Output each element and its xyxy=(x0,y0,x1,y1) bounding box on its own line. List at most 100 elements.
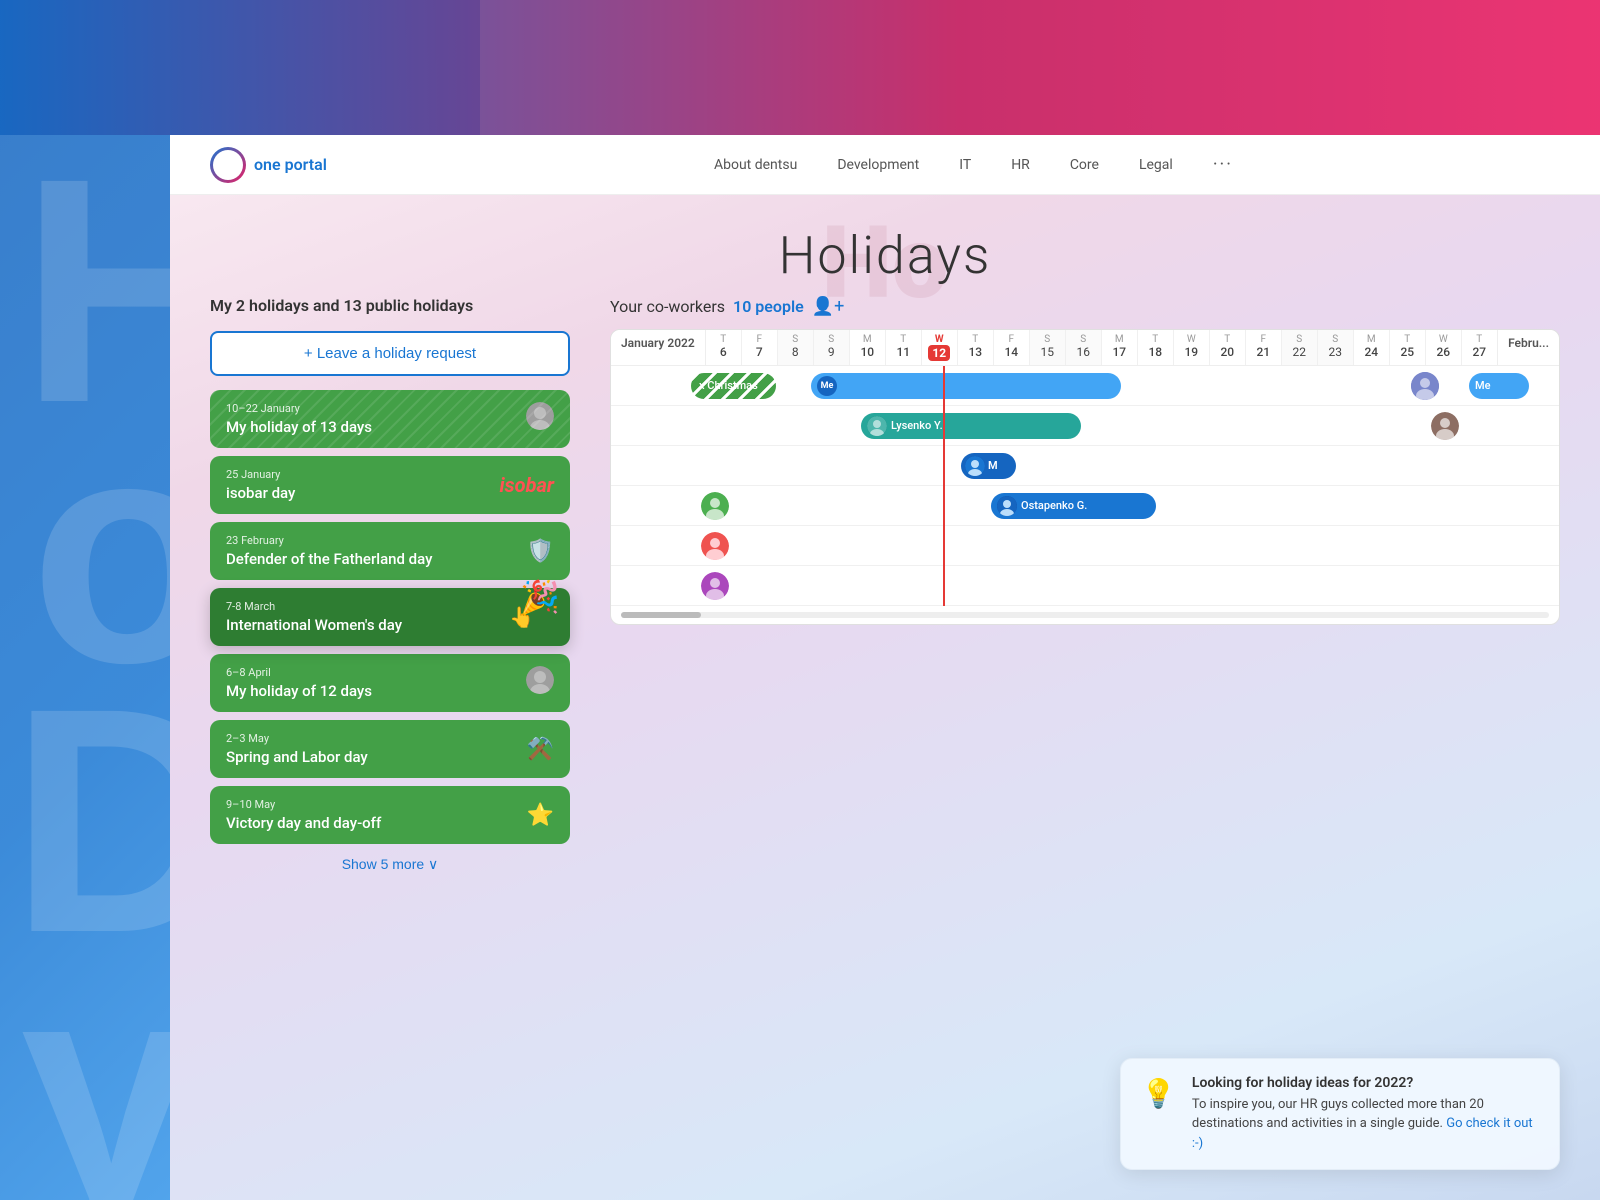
nav-links: About dentsu Development IT HR Core Lega… xyxy=(387,154,1560,175)
cal-row-4: Ostapenko G. xyxy=(611,486,1559,526)
holiday-name-6: Victory day and day-off xyxy=(226,814,517,832)
lysenko-bar: Lysenko Y. xyxy=(861,413,1081,439)
cal-row-3-cells: M xyxy=(691,446,1559,485)
notification-card: 💡 Looking for holiday ideas for 2022? To… xyxy=(1120,1058,1560,1171)
show-more-area: Show 5 more ∨ xyxy=(210,854,570,873)
cal-row-1: x Christmas Me Me xyxy=(611,366,1559,406)
notification-title: Looking for holiday ideas for 2022? xyxy=(1192,1075,1539,1091)
holiday-name-3: International Women's day xyxy=(226,616,509,634)
notification-icon: 💡 xyxy=(1141,1077,1176,1110)
notification-content: Looking for holiday ideas for 2022? To i… xyxy=(1192,1075,1539,1154)
cal-day-13: T13 xyxy=(958,330,994,365)
cal-day-21: F21 xyxy=(1246,330,1282,365)
section-title: My 2 holidays and 13 public holidays xyxy=(210,296,570,315)
m-bar: M xyxy=(961,453,1016,479)
nav-core[interactable]: Core xyxy=(1070,157,1099,173)
month-jan-label: January 2022 xyxy=(611,330,706,365)
holiday-card-may1: 2–3 May Spring and Labor day ⚒️ xyxy=(210,720,570,778)
person-avatar-row4 xyxy=(701,492,729,520)
add-person-icon[interactable]: 👤+ xyxy=(812,296,845,317)
nav-development[interactable]: Development xyxy=(837,157,919,173)
ostapenko-avatar xyxy=(997,496,1017,516)
me-bar-1: Me xyxy=(811,373,1121,399)
person-avatar-2 xyxy=(1431,412,1459,440)
holiday-icon-4 xyxy=(526,666,554,700)
cal-day-16: S16 xyxy=(1066,330,1102,365)
cal-day-18: T18 xyxy=(1138,330,1174,365)
leave-holiday-btn[interactable]: + Leave a holiday request xyxy=(210,331,570,376)
bg-top-bar xyxy=(0,0,1600,135)
nav-legal[interactable]: Legal xyxy=(1139,157,1173,173)
scroll-indicator[interactable] xyxy=(621,612,1549,618)
calendar-rows: x Christmas Me Me xyxy=(611,366,1559,606)
holiday-date-3: 7-8 March xyxy=(226,600,509,613)
month-feb-label: Febru... xyxy=(1497,330,1559,365)
holiday-card-jan: 10–22 January My holiday of 13 days xyxy=(210,390,570,448)
logo-text: one portal xyxy=(254,155,327,174)
nav-about[interactable]: About dentsu xyxy=(714,157,797,173)
holiday-name-2: Defender of the Fatherland day xyxy=(226,550,517,568)
nav-hr[interactable]: HR xyxy=(1011,157,1030,173)
party-icon: 🎉 xyxy=(520,578,560,616)
cal-day-22: S22 xyxy=(1282,330,1318,365)
cal-day-24: M24 xyxy=(1354,330,1390,365)
today-line xyxy=(943,366,945,606)
two-col-layout: My 2 holidays and 13 public holidays + L… xyxy=(170,296,1600,1200)
page-content: Ho Holidays My 2 holidays and 13 public … xyxy=(170,195,1600,1200)
calendar-header: January 2022 T6F7S8S9M10T11W12T13F14S15S… xyxy=(611,330,1559,366)
calendar: January 2022 T6F7S8S9M10T11W12T13F14S15S… xyxy=(610,329,1560,625)
ostapenko-bar: Ostapenko G. xyxy=(991,493,1156,519)
cal-day-14: F14 xyxy=(994,330,1030,365)
cal-day-11: T11 xyxy=(886,330,922,365)
logo[interactable]: one portal xyxy=(210,147,327,183)
coworkers-label: Your co-workers xyxy=(610,297,725,316)
logo-icon xyxy=(210,147,246,183)
lysenko-avatar xyxy=(867,416,887,436)
cal-row-2: Lysenko Y. xyxy=(611,406,1559,446)
cal-day-17: M17 xyxy=(1102,330,1138,365)
cal-row-5-cells xyxy=(691,526,1559,565)
person-avatar-row6 xyxy=(701,572,729,600)
holiday-date-6: 9–10 May xyxy=(226,798,517,811)
coworkers-count: 10 people xyxy=(733,297,804,316)
holiday-card-feb: 23 February Defender of the Fatherland d… xyxy=(210,522,570,580)
holiday-card-may9: 9–10 May Victory day and day-off ⭐ xyxy=(210,786,570,844)
cal-day-6: T6 xyxy=(706,330,742,365)
holiday-date-5: 2–3 May xyxy=(226,732,517,745)
holiday-card-isobar: 25 January isobar day isobar xyxy=(210,456,570,514)
cal-day-10: M10 xyxy=(850,330,886,365)
holiday-icon-2: 🛡️ xyxy=(527,539,554,564)
holiday-date-4: 6–8 April xyxy=(226,666,516,679)
holiday-card-apr: 6–8 April My holiday of 12 days xyxy=(210,654,570,712)
me-avatar-1: Me xyxy=(817,376,837,396)
main-container: one portal About dentsu Development IT H… xyxy=(170,135,1600,1200)
holiday-name-4: My holiday of 12 days xyxy=(226,682,516,700)
show-more-btn[interactable]: Show 5 more ∨ xyxy=(342,856,439,873)
cal-day-20: T20 xyxy=(1210,330,1246,365)
notification-text: To inspire you, our HR guys collected mo… xyxy=(1192,1095,1539,1154)
isobar-logo: isobar xyxy=(500,473,554,497)
holiday-icon-5: ⚒️ xyxy=(527,737,554,762)
navbar: one portal About dentsu Development IT H… xyxy=(170,135,1600,195)
coworkers-title: Your co-workers 10 people 👤+ xyxy=(610,296,1560,317)
holiday-date-2: 23 February xyxy=(226,534,517,547)
cal-day-25: T25 xyxy=(1390,330,1426,365)
holiday-card-intl: 7-8 March International Women's day 👆 🎉 xyxy=(210,588,570,646)
holiday-icon-6: ⭐ xyxy=(527,803,554,828)
left-column: My 2 holidays and 13 public holidays + L… xyxy=(210,296,570,1180)
holiday-date-1: 25 January xyxy=(226,468,500,481)
nav-it[interactable]: IT xyxy=(959,157,971,173)
cal-row-6-cells xyxy=(691,566,1559,605)
cal-row-5 xyxy=(611,526,1559,566)
me-bar-2: Me xyxy=(1469,373,1529,399)
christmas-bar: x Christmas xyxy=(691,373,776,399)
nav-more[interactable]: ··· xyxy=(1213,154,1233,175)
person-avatar-row5 xyxy=(701,532,729,560)
cal-day-8: S8 xyxy=(778,330,814,365)
cal-day-9: S9 xyxy=(814,330,850,365)
holiday-name-1: isobar day xyxy=(226,484,500,502)
person-avatar-1 xyxy=(1411,372,1439,400)
right-column: Your co-workers 10 people 👤+ January 202… xyxy=(610,296,1560,1180)
page-title-area: Ho Holidays xyxy=(170,195,1600,296)
cal-row-6 xyxy=(611,566,1559,606)
